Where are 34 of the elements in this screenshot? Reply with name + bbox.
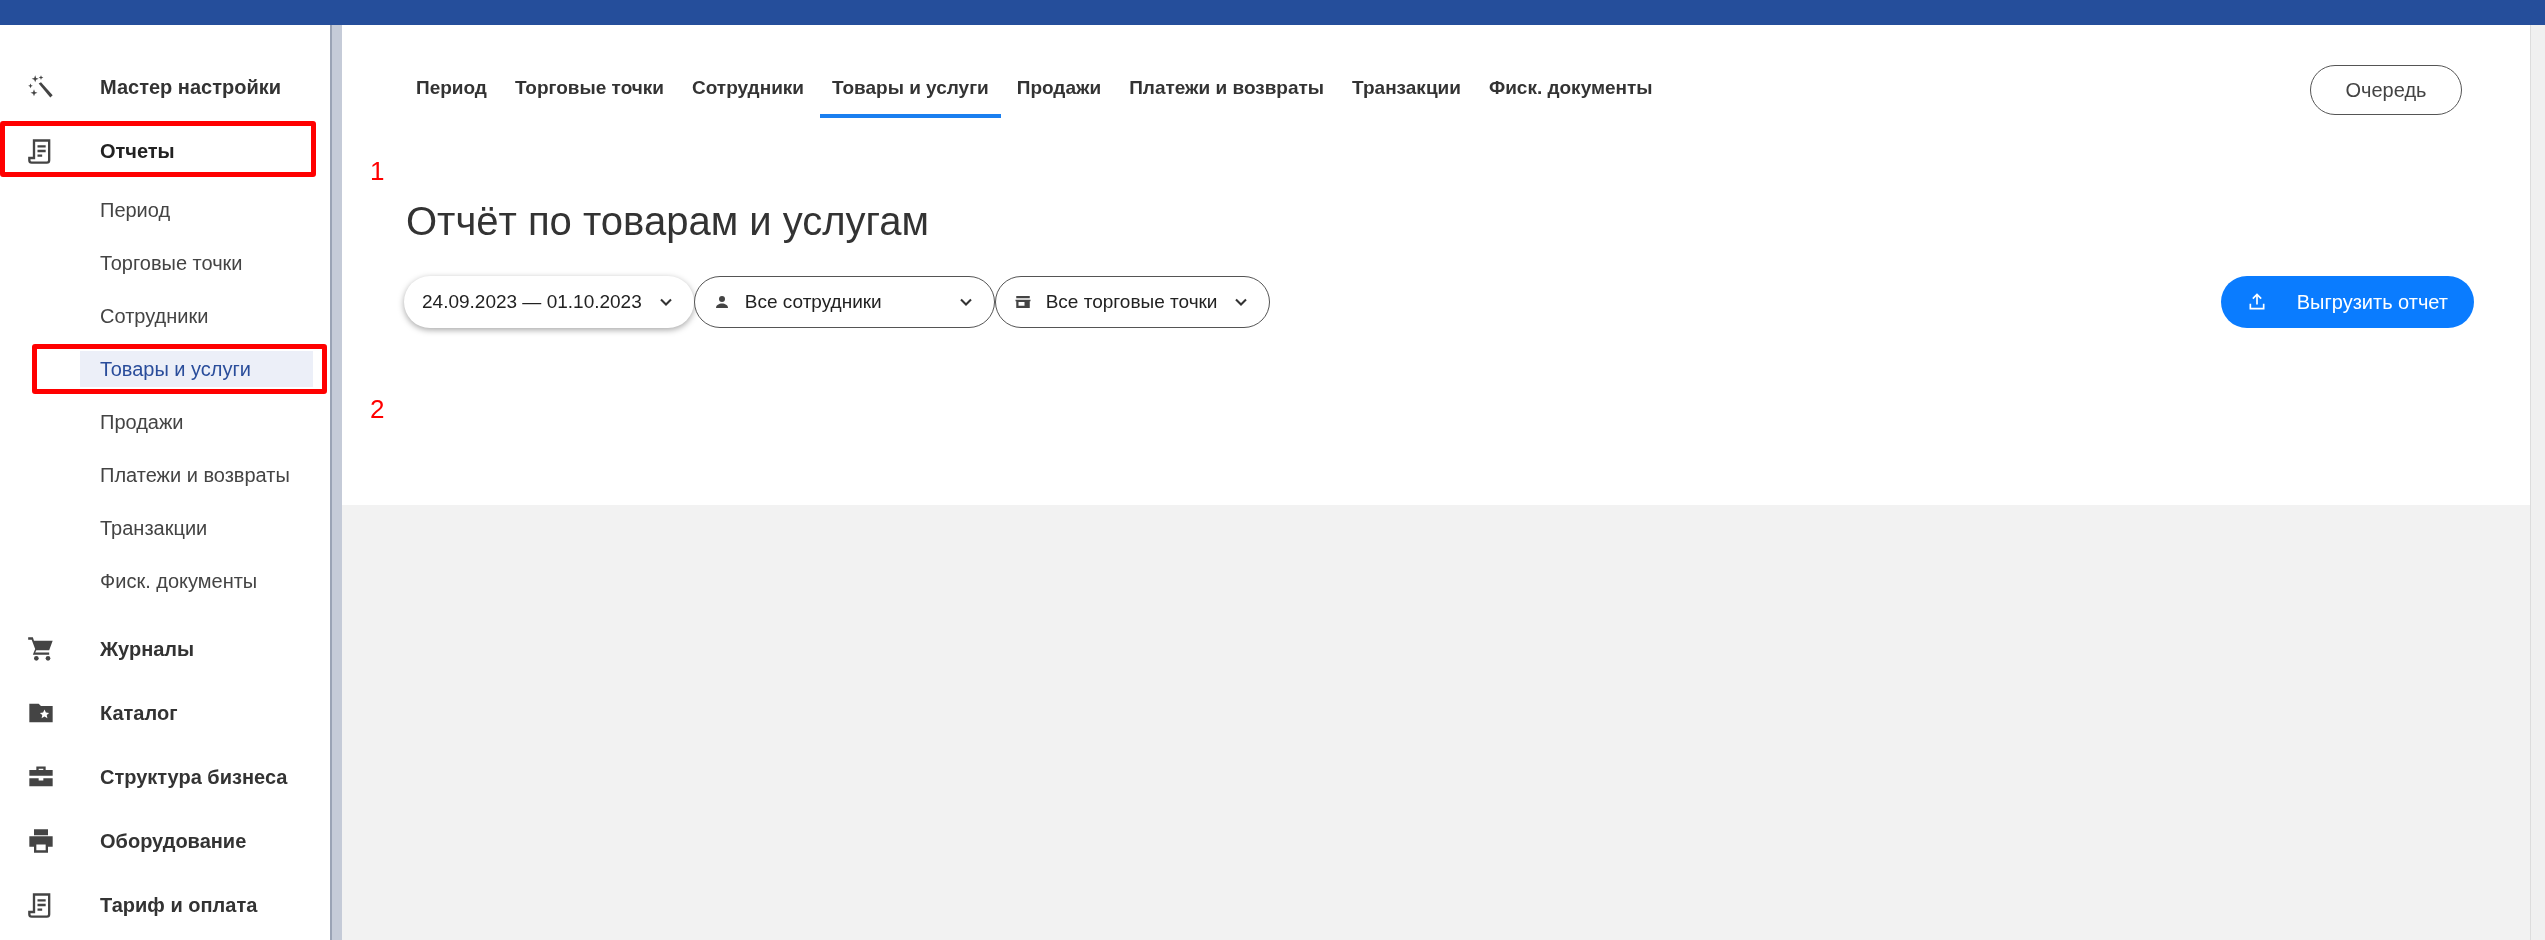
tab[interactable]: Товары и услуги — [820, 62, 1001, 118]
export-button[interactable]: Выгрузить отчет — [2220, 276, 2474, 328]
filter-dropdown[interactable]: Все торговые точки — [994, 276, 1271, 328]
filter-dropdown[interactable]: Все сотрудники — [693, 276, 995, 328]
annotation-number: 1 — [370, 155, 385, 188]
nav-subitem[interactable]: Товары и услуги — [80, 350, 313, 387]
nav-subitem[interactable]: Фиск. документы — [80, 562, 313, 599]
nav-subitem[interactable]: Платежи и возвраты — [80, 456, 313, 493]
nav-item[interactable]: Оборудование — [0, 809, 330, 873]
queue-button[interactable]: Очередь — [2310, 65, 2462, 115]
nav-item[interactable]: Журналы — [0, 617, 330, 681]
printer-icon — [27, 827, 55, 855]
filter-dropdown[interactable]: 24.09.2023 — 01.10.2023 — [404, 276, 694, 328]
nav-subitem[interactable]: Транзакции — [80, 509, 313, 546]
tab[interactable]: Период — [404, 62, 499, 118]
nav-item[interactable]: Отчеты — [0, 119, 330, 183]
nav-item[interactable]: Мастер настройки — [0, 55, 330, 119]
tab[interactable]: Сотрудники — [680, 62, 816, 118]
tab[interactable]: Фиск. документы — [1476, 62, 1665, 118]
nav-item[interactable]: Структура бизнеса — [0, 745, 330, 809]
nav-item[interactable]: Тариф и оплата — [0, 873, 330, 937]
nav-subitem[interactable]: Торговые точки — [80, 244, 313, 281]
tab[interactable]: Транзакции — [1340, 62, 1473, 118]
tab[interactable]: Торговые точки — [502, 62, 676, 118]
annotation-number: 2 — [370, 393, 385, 426]
store-icon — [1013, 293, 1032, 311]
tab[interactable]: Платежи и возвраты — [1117, 62, 1337, 118]
tab[interactable]: Продажи — [1004, 62, 1114, 118]
nav-subitem[interactable]: Период — [80, 191, 313, 228]
nav-subitem[interactable]: Продажи — [80, 403, 313, 440]
nav-subitem[interactable]: Сотрудники — [80, 297, 313, 334]
cart-icon — [27, 635, 55, 663]
page-title: Отчёт по товарам и услугам — [406, 198, 931, 245]
nav-item[interactable]: Каталог — [0, 681, 330, 745]
